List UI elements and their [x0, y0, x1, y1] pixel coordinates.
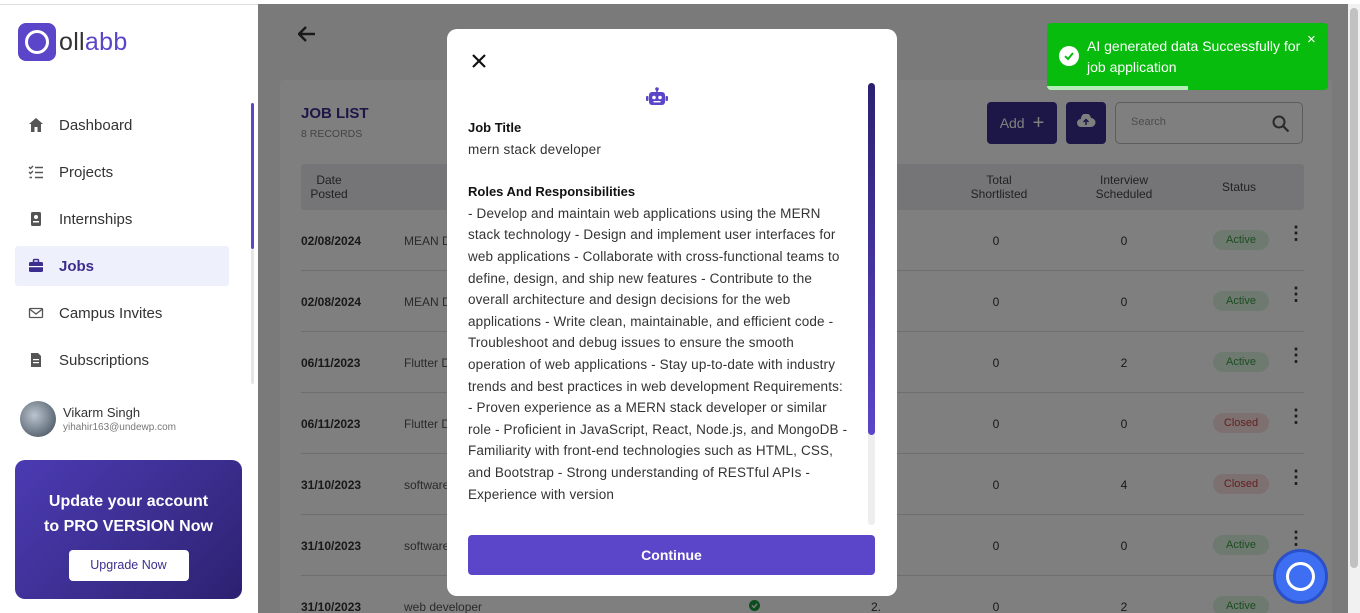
sidebar-scrollbar-thumb[interactable] — [251, 103, 254, 249]
upgrade-promo-card: Update your account to PRO VERSION Now U… — [15, 460, 242, 599]
sidebar-item-projects[interactable]: Projects — [15, 152, 229, 192]
document-icon — [28, 352, 44, 368]
modal-content[interactable]: Job Title mern stack developer Roles And… — [468, 117, 848, 525]
user-profile[interactable]: Vikarm Singh yihahir163@undewp.com — [20, 401, 176, 437]
sidebar-item-jobs[interactable]: Jobs — [15, 246, 229, 286]
sidebar-item-label: Subscriptions — [59, 351, 150, 369]
ai-job-modal: Job Title mern stack developer Roles And… — [447, 29, 897, 596]
toast-progress-bar — [1047, 86, 1188, 90]
sidebar: ollabb Dashboard Projects Internships Jo… — [0, 4, 258, 613]
page-scrollbar[interactable] — [1348, 4, 1360, 613]
upgrade-now-button[interactable]: Upgrade Now — [68, 550, 189, 581]
continue-button[interactable]: Continue — [468, 535, 875, 575]
sidebar-nav: Dashboard Projects Internships Jobs Camp… — [15, 105, 229, 387]
sidebar-item-subscriptions[interactable]: Subscriptions — [15, 340, 229, 380]
mail-icon — [28, 305, 44, 321]
robot-icon — [646, 87, 668, 112]
logo-text-main: oll — [59, 27, 85, 56]
checklist-icon — [28, 164, 44, 180]
logo-text-accent: abb — [84, 27, 128, 56]
job-title-value[interactable]: mern stack developer — [468, 139, 848, 161]
sidebar-item-campus-invites[interactable]: Campus Invites — [15, 293, 229, 333]
sidebar-item-label: Campus Invites — [59, 304, 163, 322]
user-info: Vikarm Singh yihahir163@undewp.com — [63, 405, 176, 433]
logo-text: ollabb — [59, 28, 128, 57]
close-icon[interactable] — [469, 51, 489, 71]
promo-line-2: to PRO VERSION Now — [44, 518, 213, 535]
check-circle-icon — [1059, 46, 1079, 66]
sidebar-item-label: Projects — [59, 163, 114, 181]
sidebar-item-dashboard[interactable]: Dashboard — [15, 105, 229, 145]
page-scrollbar-thumb[interactable] — [1350, 8, 1358, 568]
sidebar-scrollbar-track[interactable] — [251, 249, 254, 384]
sidebar-item-internships[interactable]: Internships — [15, 199, 229, 239]
modal-scrollbar-thumb[interactable] — [868, 83, 875, 435]
toast-close-icon[interactable]: × — [1307, 31, 1316, 48]
app-root: ollabb Dashboard Projects Internships Jo… — [0, 0, 1360, 613]
logo-mark-icon — [18, 23, 56, 61]
roles-value[interactable]: - Develop and maintain web applications … — [468, 203, 848, 505]
roles-label: Roles And Responsibilities — [468, 184, 636, 200]
chat-logo-icon — [1286, 562, 1315, 591]
avatar — [20, 401, 56, 437]
logo[interactable]: ollabb — [18, 23, 128, 61]
chat-assistant-button[interactable] — [1273, 549, 1328, 604]
user-name: Vikarm Singh — [63, 405, 141, 420]
success-toast: AI generated data Successfully for job a… — [1047, 23, 1328, 90]
toast-message: AI generated data Successfully for job a… — [1087, 38, 1301, 75]
promo-line-1: Update your account — [48, 493, 209, 510]
briefcase-icon — [28, 258, 44, 274]
sidebar-item-label: Jobs — [59, 257, 95, 275]
user-email: yihahir163@undewp.com — [63, 422, 176, 433]
home-icon — [28, 117, 44, 133]
job-title-label: Job Title — [468, 120, 522, 135]
sidebar-item-label: Dashboard — [59, 116, 133, 134]
promo-text: Update your account to PRO VERSION Now — [15, 489, 242, 539]
sidebar-item-label: Internships — [59, 210, 133, 228]
id-card-icon — [28, 211, 44, 227]
